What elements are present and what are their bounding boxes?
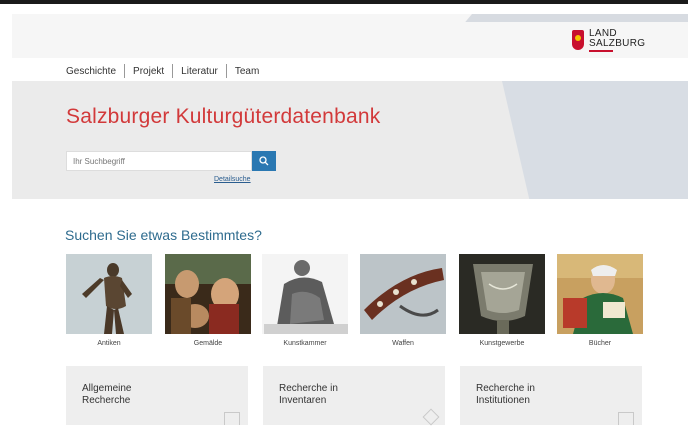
document-icon bbox=[224, 412, 240, 425]
logo-underline bbox=[589, 50, 613, 52]
card-label: Recherche in Institutionen bbox=[476, 383, 535, 406]
category-label: Bücher bbox=[588, 340, 612, 347]
sculpture-image bbox=[262, 254, 348, 334]
category-antiken[interactable]: Antiken bbox=[66, 254, 152, 347]
header-decoration bbox=[465, 14, 688, 22]
nav-divider bbox=[225, 64, 227, 78]
layers-icon bbox=[422, 408, 440, 426]
nav-item-literatur[interactable]: Literatur bbox=[181, 66, 218, 77]
land-salzburg-logo[interactable]: LAND SALZBURG bbox=[572, 26, 652, 54]
card-label: Allgemeine Recherche bbox=[82, 383, 132, 406]
category-label: Gemälde bbox=[193, 340, 223, 347]
painting-image bbox=[165, 254, 251, 334]
calendar-icon bbox=[618, 412, 634, 425]
bronze-statue-image bbox=[66, 254, 152, 334]
category-label: Kunstgewerbe bbox=[479, 340, 525, 347]
category-kunstgewerbe[interactable]: Kunstgewerbe bbox=[459, 254, 545, 347]
category-waffen[interactable]: Waffen bbox=[360, 254, 446, 347]
category-buecher[interactable]: Bücher bbox=[557, 254, 643, 347]
main-navigation: Geschichte Projekt Literatur Team bbox=[66, 64, 259, 78]
search-button[interactable] bbox=[252, 151, 276, 171]
category-heading: Suchen Sie etwas Bestimmtes? bbox=[65, 227, 262, 243]
nav-item-team[interactable]: Team bbox=[235, 66, 259, 77]
nav-divider bbox=[124, 64, 126, 78]
book-illustration-image bbox=[557, 254, 643, 334]
top-border bbox=[0, 0, 688, 4]
hero-decoration bbox=[502, 81, 688, 199]
category-gemaelde[interactable]: Gemälde bbox=[165, 254, 251, 347]
category-kunstkammer[interactable]: Kunstkammer bbox=[262, 254, 348, 347]
glass-goblet-image bbox=[459, 254, 545, 334]
nav-divider bbox=[172, 64, 174, 78]
hero-banner: Salzburger Kulturgüterdatenbank Detailsu… bbox=[12, 81, 688, 199]
coat-of-arms-icon bbox=[572, 30, 584, 50]
logo-text: LAND SALZBURG bbox=[589, 28, 646, 49]
card-recherche-inventaren[interactable]: Recherche in Inventaren bbox=[263, 366, 445, 426]
card-label: Recherche in Inventaren bbox=[279, 383, 338, 406]
category-label: Waffen bbox=[392, 340, 414, 347]
weapon-image bbox=[360, 254, 446, 334]
page-title: Salzburger Kulturgüterdatenbank bbox=[66, 105, 381, 128]
category-label: Antiken bbox=[97, 340, 121, 347]
nav-item-geschichte[interactable]: Geschichte bbox=[66, 66, 116, 77]
card-recherche-institutionen[interactable]: Recherche in Institutionen bbox=[460, 366, 642, 425]
nav-item-projekt[interactable]: Projekt bbox=[133, 66, 164, 77]
category-label: Kunstkammer bbox=[283, 340, 327, 347]
detail-search-link[interactable]: Detailsuche bbox=[214, 176, 251, 183]
search-icon bbox=[259, 156, 269, 166]
search-input[interactable] bbox=[66, 151, 252, 171]
card-allgemeine-recherche[interactable]: Allgemeine Recherche bbox=[66, 366, 248, 425]
